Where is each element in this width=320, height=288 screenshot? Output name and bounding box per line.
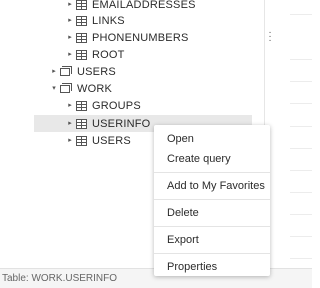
context-menu: Open Create query Add to My Favorites De… (154, 125, 270, 276)
menu-separator (154, 172, 270, 173)
table-icon (76, 118, 87, 129)
table-icon (76, 15, 87, 26)
tree-item-work-library[interactable]: ▾ WORK (50, 80, 112, 97)
grid-line (290, 214, 312, 215)
menu-item-add-to-favorites[interactable]: Add to My Favorites (154, 176, 270, 196)
tree-item-users-library[interactable]: ▸ USERS (50, 63, 116, 80)
expand-caret-icon[interactable]: ▸ (66, 137, 74, 144)
grid-line (290, 170, 312, 171)
grid-line (290, 14, 312, 15)
grid-line (290, 258, 312, 259)
table-icon (76, 49, 87, 60)
tree-item-label: WORK (77, 82, 113, 95)
tree-item-label: LINKS (92, 14, 125, 27)
library-icon (60, 83, 72, 94)
tree-item-label: GROUPS (92, 99, 141, 112)
tree-item-links[interactable]: ▸ LINKS (66, 12, 125, 29)
grid-line (290, 126, 312, 127)
expand-caret-icon[interactable]: ▸ (50, 68, 58, 75)
table-icon (76, 0, 87, 10)
expand-caret-icon[interactable]: ▸ (66, 17, 74, 24)
expand-caret-icon[interactable]: ▸ (66, 51, 74, 58)
table-icon (76, 100, 87, 111)
tree-item-users-table[interactable]: ▸ USERS (66, 132, 131, 149)
grid-line (290, 81, 312, 82)
menu-item-properties[interactable]: Properties (154, 257, 270, 277)
tree-item-label: USERS (92, 134, 131, 147)
library-icon (60, 66, 72, 77)
expand-caret-icon[interactable]: ▸ (66, 120, 74, 127)
menu-item-export[interactable]: Export (154, 230, 270, 250)
menu-item-delete[interactable]: Delete (154, 203, 270, 223)
expand-caret-icon[interactable]: ▸ (66, 34, 74, 41)
collapse-caret-icon[interactable]: ▾ (50, 85, 58, 92)
table-icon (76, 135, 87, 146)
tree-item-root[interactable]: ▸ ROOT (66, 46, 125, 63)
menu-item-create-query[interactable]: Create query (154, 149, 270, 169)
menu-separator (154, 199, 270, 200)
tree-item-groups[interactable]: ▸ GROUPS (66, 97, 141, 114)
status-text: Table: WORK.USERINFO (2, 273, 118, 284)
grid-line (290, 148, 312, 149)
expand-caret-icon[interactable]: ▸ (66, 1, 74, 8)
menu-separator (154, 226, 270, 227)
grid-line (290, 192, 312, 193)
grid-line (290, 103, 312, 104)
menu-item-open[interactable]: Open (154, 129, 270, 149)
table-icon (76, 32, 87, 43)
grid-line (290, 236, 312, 237)
tree-item-label: USERINFO (92, 117, 151, 130)
tree-item-phonenumbers[interactable]: ▸ PHONENUMBERS (66, 29, 189, 46)
tree-item-label: EMAILADDRESSES (92, 0, 196, 11)
tree-item-label: ROOT (92, 48, 125, 61)
menu-separator (154, 253, 270, 254)
expand-caret-icon[interactable]: ▸ (66, 102, 74, 109)
vertical-ellipsis-icon[interactable]: · · · (268, 28, 272, 46)
grid-line (290, 59, 312, 60)
tree-item-label: PHONENUMBERS (92, 31, 189, 44)
tree-item-label: USERS (77, 65, 116, 78)
